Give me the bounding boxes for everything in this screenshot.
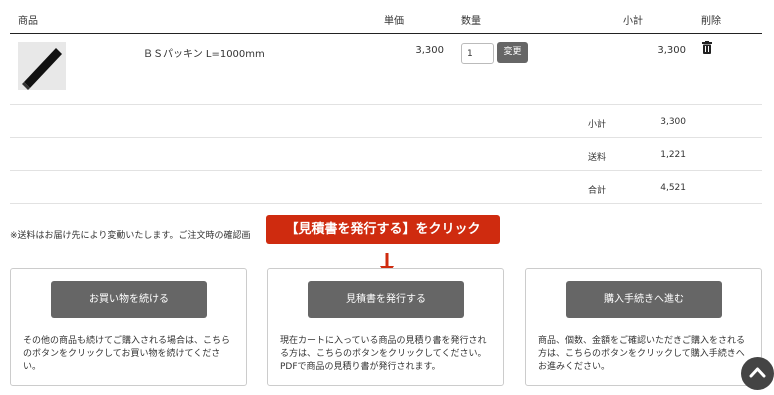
header-product: 商品 bbox=[18, 16, 38, 27]
row-divider bbox=[10, 104, 762, 105]
summary-total-value: 4,521 bbox=[660, 183, 686, 193]
header-delete: 削除 bbox=[701, 16, 721, 27]
header-quantity: 数量 bbox=[461, 16, 481, 27]
continue-shopping-description: その他の商品も続けてご購入される場合は、こちらのボタンをクリックしてお買い物を続… bbox=[23, 336, 231, 372]
header-divider bbox=[10, 33, 762, 34]
issue-quote-card: 見積書を発行する 現在カートに入っている商品の見積り書を発行される方は、こちらの… bbox=[267, 268, 504, 386]
row-subtotal: 3,300 bbox=[657, 45, 686, 56]
unit-price: 3,300 bbox=[415, 45, 444, 56]
checkout-card: 購入手続きへ進む 商品、個数、金額をご確認いただきご購入をされる方は、こちらのボ… bbox=[525, 268, 762, 386]
header-subtotal: 小計 bbox=[623, 16, 643, 27]
summary-shipping-label: 送料 bbox=[588, 153, 607, 163]
summary-total-label: 合計 bbox=[588, 186, 607, 196]
issue-quote-button[interactable]: 見積書を発行する bbox=[308, 281, 464, 318]
issue-quote-description: 現在カートに入っている商品の見積り書を発行される方は、こちらのボタンをクリックし… bbox=[280, 336, 487, 372]
quantity-input[interactable] bbox=[461, 43, 494, 64]
summary-subtotal-value: 3,300 bbox=[660, 117, 686, 127]
chevron-up-icon bbox=[749, 367, 766, 378]
summary-shipping-value: 1,221 bbox=[660, 150, 686, 160]
product-thumbnail[interactable] bbox=[18, 42, 66, 90]
continue-shopping-card: お買い物を続ける その他の商品も続けてご購入される場合は、こちらのボタンをクリッ… bbox=[10, 268, 247, 386]
summary-subtotal-label: 小計 bbox=[588, 120, 607, 130]
shipping-note: ※送料はお届け先により変動いたします。ご注文時の確認画 bbox=[10, 231, 251, 241]
continue-shopping-button[interactable]: お買い物を続ける bbox=[51, 281, 207, 318]
checkout-description: 商品、個数、金額をご確認いただきご購入をされる方は、こちらのボタンをクリックして… bbox=[538, 336, 746, 372]
scroll-to-top-button[interactable] bbox=[741, 357, 774, 390]
row-divider bbox=[10, 170, 762, 171]
update-quantity-button[interactable]: 変更 bbox=[497, 42, 528, 63]
row-divider bbox=[10, 137, 762, 138]
row-divider bbox=[10, 203, 762, 204]
instruction-callout: 【見積書を発行する】をクリック bbox=[266, 215, 500, 244]
product-name-link[interactable]: ＢＳパッキン L=1000mm bbox=[143, 45, 265, 60]
trash-icon[interactable] bbox=[702, 41, 712, 54]
checkout-button[interactable]: 購入手続きへ進む bbox=[566, 281, 722, 318]
header-unit-price: 単価 bbox=[384, 16, 404, 27]
